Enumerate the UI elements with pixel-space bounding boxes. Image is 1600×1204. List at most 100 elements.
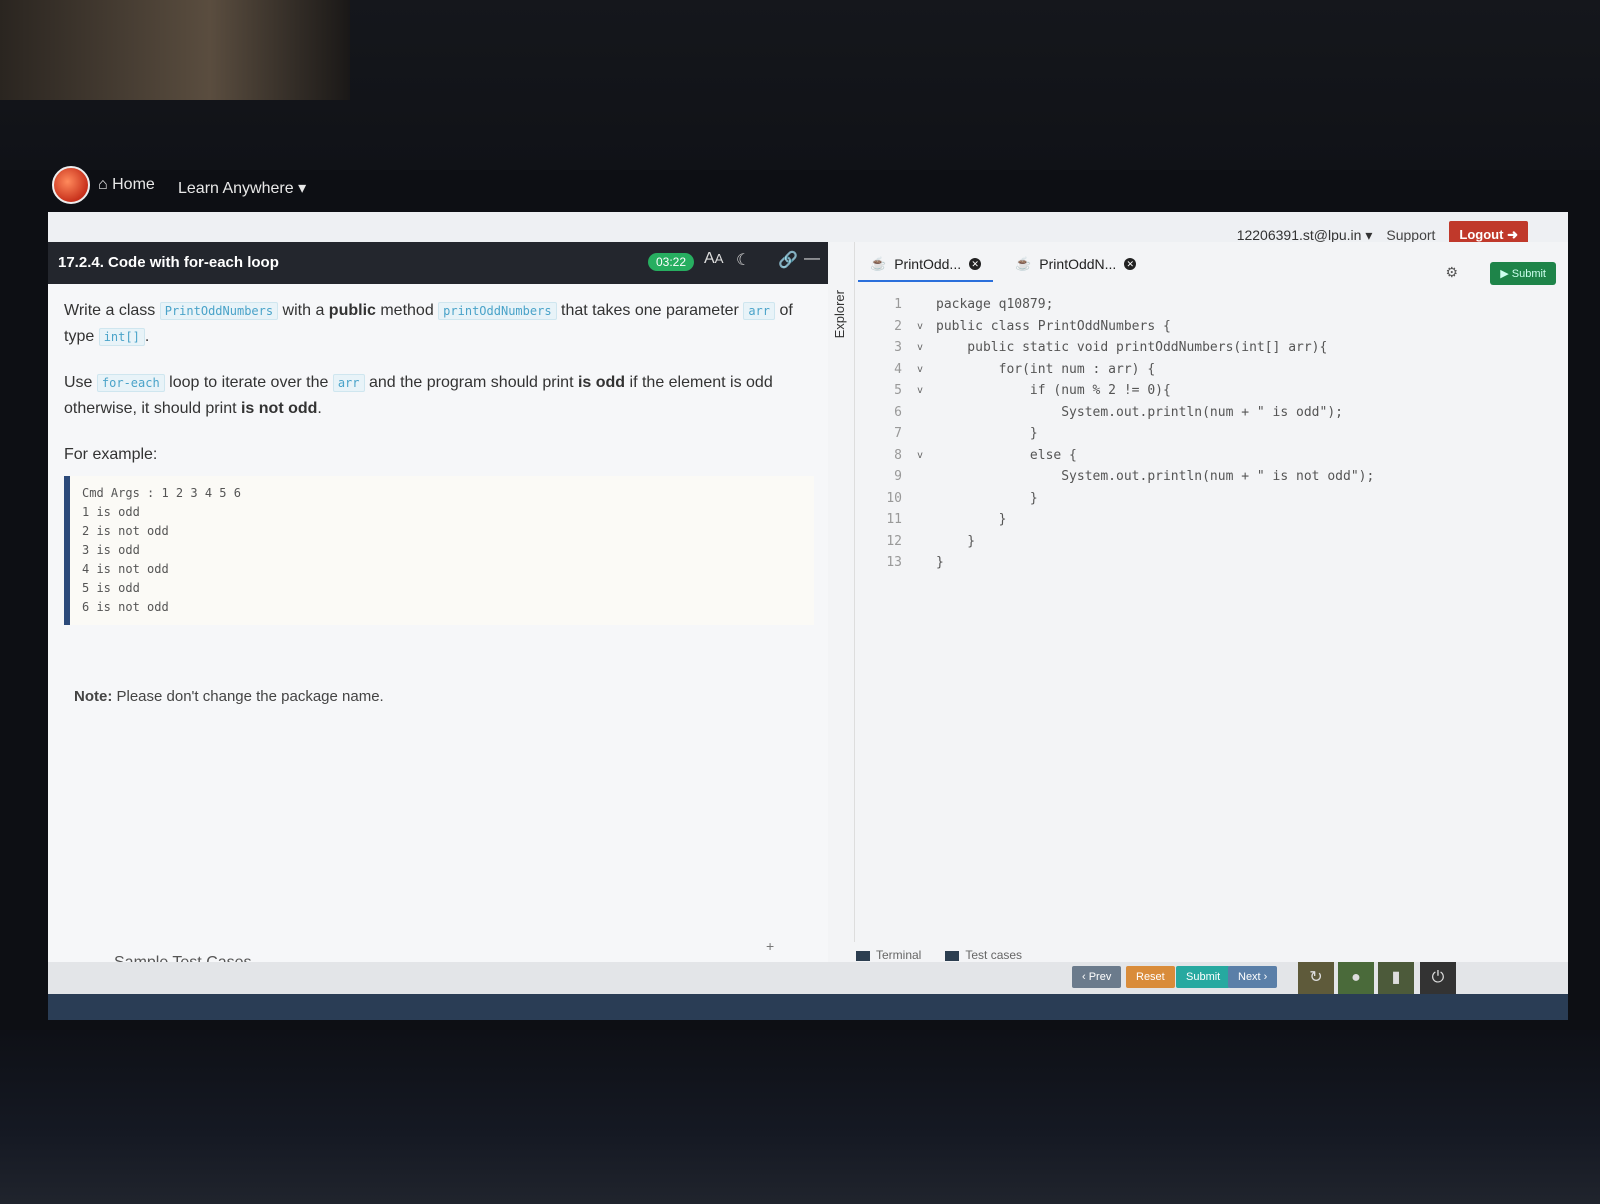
tab-printodd-1[interactable]: ☕ PrintOdd... ✕ (858, 248, 994, 282)
line-number: 4 (894, 361, 902, 377)
bottom-tabs: Terminal Test cases (856, 948, 1022, 962)
bottom-strip (48, 994, 1568, 1020)
fold-icon[interactable]: v (912, 380, 928, 402)
terminal-label: Terminal (876, 948, 922, 962)
code-foreach: for-each (96, 374, 165, 392)
fold-icon[interactable] (912, 488, 928, 510)
fold-icon[interactable]: v (912, 337, 928, 359)
dark-mode-icon[interactable]: ☾ (736, 250, 750, 270)
code-line: 13} (858, 552, 1374, 574)
text-bold: is odd (577, 374, 626, 391)
editor-tabs: ☕ PrintOdd... ✕ ☕ PrintOddN... ✕ (858, 248, 1148, 282)
code-line: 9 System.out.println(num + " is not odd"… (858, 466, 1374, 488)
example-line: 1 is odd (82, 505, 140, 519)
test-cases-label: Test cases (965, 948, 1023, 962)
battery-icon[interactable]: ▮ (1378, 962, 1414, 994)
expand-plus-icon[interactable]: + (766, 938, 774, 954)
home-icon: ⌂ (98, 176, 108, 193)
timer-badge: 03:22 (648, 253, 695, 271)
nav-learn-anywhere[interactable]: Learn Anywhere ▾ (178, 178, 306, 198)
line-text: public static void printOddNumbers(int[]… (936, 340, 1328, 355)
note: Note: Please don't change the package na… (74, 688, 384, 705)
top-nav: ⌂ Home Learn Anywhere ▾ (40, 158, 1580, 218)
fold-icon[interactable]: v (912, 316, 928, 338)
fold-icon[interactable] (912, 402, 928, 424)
code-area[interactable]: 1 package q10879; 2 v public class PrintOdd… (858, 294, 1374, 574)
line-text: System.out.println(num + " is odd"); (936, 404, 1343, 420)
code-method-name: printOddNumbers (438, 302, 557, 320)
test-cases-tab[interactable]: Test cases (945, 948, 1022, 962)
line-text: System.out.println(num + " is not odd"); (936, 469, 1375, 484)
code-line: 10 } (858, 488, 1374, 510)
link-icon[interactable]: 🔗 (778, 250, 798, 270)
line-text: } (936, 490, 1038, 506)
prev-button[interactable]: ‹ Prev (1072, 966, 1122, 988)
java-file-icon: ☕ (1015, 256, 1032, 271)
support-link[interactable]: Support (1386, 227, 1435, 243)
text-bold: public (328, 302, 376, 319)
code-line: 7 } (858, 423, 1374, 445)
text: loop to iterate over the (164, 374, 333, 391)
tab-label: PrintOdd... (894, 256, 962, 272)
tab-label: PrintOddN... (1039, 256, 1117, 272)
user-email-menu[interactable]: 12206391.st@lpu.in ▾ (1237, 227, 1373, 244)
line-text: } (936, 533, 976, 549)
text: Write a class (64, 302, 160, 319)
example-line: 6 is not odd (82, 600, 169, 614)
fold-icon[interactable]: v (912, 359, 928, 381)
line-text: } (936, 512, 1007, 527)
fold-icon[interactable] (912, 423, 928, 445)
code-type: int[] (98, 328, 145, 346)
example-line: Cmd Args : 1 2 3 4 5 6 (82, 486, 241, 500)
reset-button[interactable]: Reset (1126, 966, 1175, 988)
line-text: } (936, 426, 1038, 441)
question-panel: 17.2.4. Code with for-each loop 03:22 AA… (48, 242, 829, 992)
text: method (375, 302, 439, 319)
fold-icon[interactable] (912, 552, 928, 574)
text: that takes one parameter (556, 302, 744, 319)
line-number: 5 (894, 383, 902, 398)
fold-icon[interactable] (912, 509, 928, 531)
run-submit-button[interactable]: ▶ Submit (1490, 262, 1556, 285)
note-label: Note: (74, 688, 113, 705)
example-output-box: Cmd Args : 1 2 3 4 5 6 1 is odd 2 is not… (64, 476, 814, 625)
code-line: 8v else { (858, 445, 1374, 467)
for-example-label: For example: (64, 446, 158, 463)
fold-icon[interactable]: v (912, 445, 928, 467)
code-line: 12 } (858, 531, 1374, 553)
submit-button[interactable]: Submit (1176, 966, 1231, 988)
terminal-tab[interactable]: Terminal (856, 948, 921, 962)
nav-home-link[interactable]: ⌂ Home (98, 176, 155, 194)
line-number: 6 (894, 404, 902, 420)
question-title: 17.2.4. Code with for-each loop (58, 254, 279, 271)
line-text: public class PrintOddNumbers { (936, 318, 1171, 334)
code-line: 3v public static void printOddNumbers(in… (858, 337, 1374, 359)
settings-icon[interactable]: ⚙ (1445, 264, 1458, 281)
question-body: Write a class PrintOddNumbers with a pub… (64, 298, 814, 625)
explorer-sidebar[interactable]: Explorer (828, 242, 855, 942)
font-size-icon[interactable]: AA (704, 250, 724, 268)
refresh-icon[interactable]: ↻ (1298, 962, 1334, 994)
power-icon[interactable]: ⏻ (1420, 962, 1456, 994)
terminal-icon (856, 950, 870, 961)
next-button[interactable]: Next › (1228, 966, 1278, 988)
minimize-icon[interactable]: — (804, 250, 820, 268)
code-line: 2 v public class PrintOddNumbers { (858, 316, 1374, 338)
logout-label: Logout (1459, 227, 1504, 242)
code-line: 11 } (858, 509, 1374, 531)
background-light (0, 0, 350, 100)
close-icon[interactable]: ✕ (969, 258, 982, 270)
line-number: 1 (894, 297, 902, 312)
fold-icon[interactable] (912, 294, 928, 316)
wifi-icon[interactable]: ● (1338, 962, 1374, 994)
line-number: 7 (894, 426, 902, 441)
text: . (144, 328, 150, 345)
close-icon[interactable]: ✕ (1124, 258, 1137, 270)
fold-icon[interactable] (912, 466, 928, 488)
tab-printodd-2[interactable]: ☕ PrintOddN... ✕ (1003, 248, 1148, 282)
code-line: 6 System.out.println(num + " is odd"); (858, 402, 1374, 424)
code-arr: arr (332, 374, 365, 392)
text-bold: is not odd (240, 400, 318, 417)
fold-icon[interactable] (912, 531, 928, 553)
lpu-logo[interactable] (52, 166, 90, 204)
